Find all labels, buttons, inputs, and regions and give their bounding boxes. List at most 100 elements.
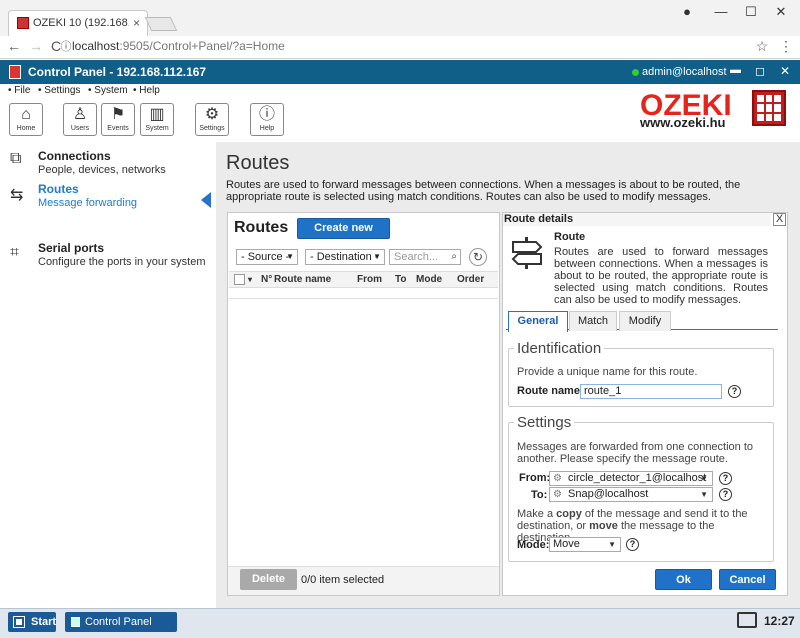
toolbar-events-button[interactable]: ⚑ Events (101, 103, 135, 136)
forward-arrow-icon[interactable]: → (28, 38, 44, 56)
window-close-button[interactable]: ✕ (770, 4, 792, 22)
refresh-icon[interactable]: ↻ (469, 248, 487, 266)
toolbar-help-label: Help (259, 125, 275, 132)
help-icon[interactable]: ? (626, 538, 639, 551)
home-icon: ⌂ (21, 106, 31, 123)
bookmark-star-icon[interactable]: ☆ (754, 38, 770, 56)
control-panel-icon (71, 617, 80, 627)
menu-settings[interactable]: • Settings (38, 85, 80, 96)
settings-legend: Settings (514, 414, 575, 431)
column-order[interactable]: Order (457, 274, 484, 285)
destination-filter-select[interactable]: - Destination - ▼ (305, 249, 385, 265)
back-arrow-icon[interactable]: ← (6, 38, 22, 56)
routes-table-body (229, 289, 498, 299)
from-connection-select[interactable]: ⚙ circle_detector_1@localhost ▼ (549, 471, 713, 486)
toolbar-settings-label: Settings (199, 125, 225, 132)
sidebar-item-routes[interactable]: ⇆ Routes Message forwarding (0, 181, 216, 213)
copy-word: copy (556, 508, 582, 520)
help-icon[interactable]: ? (719, 472, 732, 485)
address-bar: ← → C ⓘ localhost:9505/Control+Panel/?a=… (0, 36, 800, 59)
move-word: move (589, 520, 618, 532)
logged-in-user[interactable]: admin@localhost (642, 66, 727, 78)
page-description: Routes are used to forward messages betw… (226, 179, 741, 203)
column-number[interactable]: N° (261, 274, 272, 285)
mode-label: Mode: (517, 539, 550, 551)
bars-icon: ▥ (149, 106, 165, 123)
window-minimize-button[interactable]: — (710, 4, 732, 22)
browser-tab[interactable]: OZEKI 10 (192.168.112.167 × (8, 10, 148, 36)
toolbar-users-label: Users (70, 125, 90, 132)
search-icon[interactable]: ⌕ (451, 250, 457, 264)
source-filter-value: - Source - (241, 251, 290, 263)
sidebar-item-subtitle: People, devices, networks (38, 164, 166, 176)
sidebar-item-serial-ports[interactable]: ⌗ Serial ports Configure the ports in yo… (0, 240, 216, 272)
identification-hint: Provide a unique name for this route. (517, 366, 698, 378)
from-connection-value: circle_detector_1@localhost (568, 472, 707, 484)
select-all-checkbox[interactable] (234, 274, 245, 285)
create-new-route-button[interactable]: Create new Route (297, 218, 390, 253)
monitor-icon[interactable] (737, 612, 757, 628)
ozeki-website: www.ozeki.hu (640, 115, 726, 130)
mode-select[interactable]: Move ▼ (549, 537, 621, 552)
cp-close-button[interactable]: ✕ (780, 64, 790, 78)
tab-general[interactable]: General (508, 311, 568, 332)
close-icon[interactable]: X (773, 213, 786, 226)
column-to[interactable]: To (395, 274, 406, 285)
url-path: :9505/Control+Panel/?a=Home (119, 39, 285, 53)
search-input[interactable]: Search... ⌕ (389, 249, 461, 265)
cancel-button[interactable]: Cancel (719, 569, 776, 590)
column-mode[interactable]: Mode (416, 274, 442, 285)
cp-maximize-button[interactable]: ◻ (755, 64, 765, 78)
sidebar-item-connections[interactable]: ⧉ Connections People, devices, networks (0, 148, 216, 180)
info-icon: ⓘ (258, 106, 275, 123)
page-title: Routes (226, 152, 290, 174)
account-icon[interactable]: ● (676, 4, 698, 22)
flag-icon: ⚑ (110, 106, 126, 123)
sidebar-item-title: Serial ports (38, 241, 105, 255)
menu-file[interactable]: • File (8, 85, 30, 96)
toolbar-system-button[interactable]: ▥ System (140, 103, 174, 136)
to-connection-select[interactable]: ⚙ Snap@localhost ▼ (549, 487, 713, 502)
column-route-name[interactable]: Route name (274, 274, 331, 285)
window-maximize-button[interactable]: ☐ (740, 4, 762, 22)
ozeki-app-icon (9, 65, 21, 79)
menu-help[interactable]: • Help (133, 85, 160, 96)
to-connection-value: Snap@localhost (568, 488, 649, 500)
tab-close-icon[interactable]: × (133, 16, 140, 30)
toolbar-users-button[interactable]: ♙ Users (63, 103, 97, 136)
toolbar-settings-button[interactable]: ⚙ Settings (195, 103, 229, 136)
control-panel-title: Control Panel - 192.168.112.167 (28, 65, 207, 79)
cp-minimize-button[interactable]: ▬ (730, 64, 741, 76)
connections-icon: ⧉ (10, 150, 22, 167)
taskbar-app-label: Control Panel (85, 616, 152, 628)
selection-info: 0/0 item selected (301, 574, 385, 586)
column-from[interactable]: From (357, 274, 382, 285)
toolbar-home-button[interactable]: ⌂ Home (9, 103, 43, 136)
active-item-arrow-icon (201, 192, 211, 208)
from-label: From: (519, 472, 551, 484)
start-button[interactable]: Start (8, 612, 56, 632)
identification-legend: Identification (514, 340, 605, 357)
routes-list-title: Routes (234, 219, 289, 236)
url-host: localhost (72, 39, 120, 53)
toolbar-help-button[interactable]: ⓘ Help (250, 103, 284, 136)
route-name-input[interactable]: route_1 (580, 384, 722, 399)
delete-button[interactable]: Delete (240, 569, 297, 590)
gear-icon: ⚙ (204, 106, 220, 123)
taskbar-control-panel-button[interactable]: Control Panel (65, 612, 177, 632)
mode-value: Move (553, 538, 580, 550)
browser-tab-title: OZEKI 10 (192.168.112.167 (33, 17, 129, 29)
browser-menu-icon[interactable]: ⋮ (778, 38, 794, 56)
sort-menu-icon[interactable]: ▾ (248, 275, 252, 284)
help-icon[interactable]: ? (728, 385, 741, 398)
help-icon[interactable]: ? (719, 488, 732, 501)
sidebar-item-title: Routes (38, 182, 79, 196)
sidebar-item-title: Connections (38, 149, 111, 163)
tab-match[interactable]: Match (569, 311, 617, 331)
tab-modify[interactable]: Modify (619, 311, 671, 331)
ok-button[interactable]: Ok (655, 569, 712, 590)
chevron-down-icon: ▼ (700, 490, 708, 499)
url-field[interactable]: localhost:9505/Control+Panel/?a=Home (72, 39, 285, 53)
menu-system[interactable]: • System (88, 85, 128, 96)
source-filter-select[interactable]: - Source - ▼ (236, 249, 298, 265)
